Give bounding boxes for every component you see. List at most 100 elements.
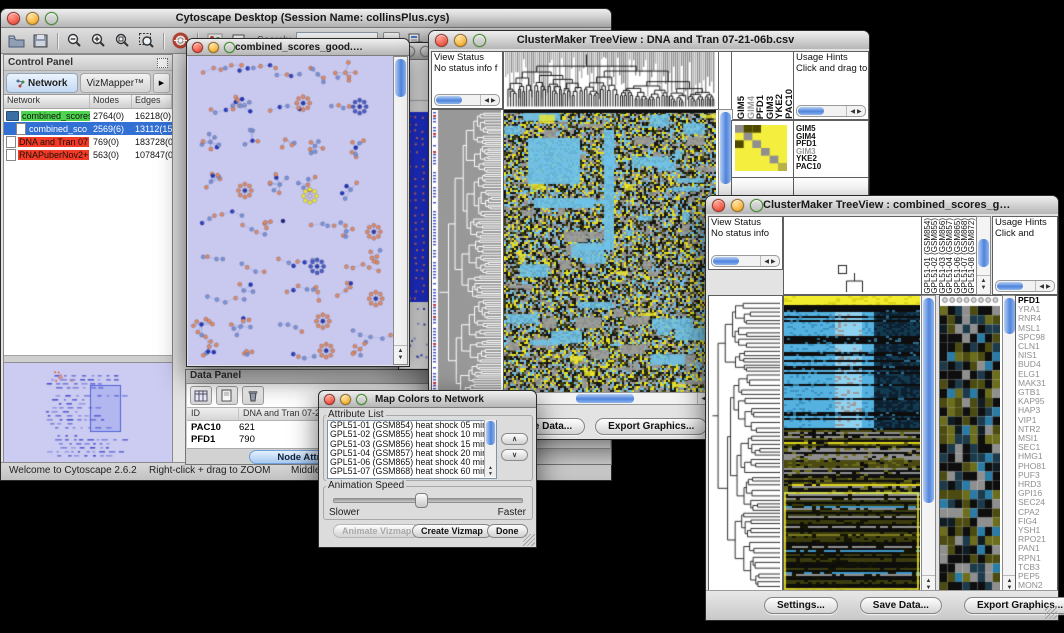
- status-welcome: Welcome to Cytoscape 2.6.2: [9, 465, 137, 476]
- resize-grip[interactable]: [523, 534, 535, 546]
- attribute-list-vscrollbar[interactable]: ▲▼: [484, 420, 496, 477]
- move-up-button[interactable]: ∧: [501, 433, 528, 445]
- close-button[interactable]: [712, 199, 725, 212]
- column-dendrogram-panel[interactable]: [503, 51, 719, 111]
- heatmap-canvas[interactable]: [504, 110, 716, 402]
- usage-hints-hscrollbar[interactable]: ◀▶: [796, 105, 866, 117]
- close-button[interactable]: [7, 12, 20, 25]
- zoom-fit-icon[interactable]: [137, 31, 156, 50]
- slider-thumb[interactable]: [415, 493, 428, 508]
- close-button[interactable]: [435, 34, 448, 47]
- birdseye-view[interactable]: [4, 362, 172, 463]
- heatmap-panel[interactable]: [783, 295, 923, 595]
- network-row-icon: [6, 149, 16, 161]
- view-status-hscrollbar[interactable]: ◀▶: [711, 255, 780, 267]
- usage-hints-title: Usage Hints: [993, 217, 1057, 228]
- zoom-window-button[interactable]: [224, 42, 235, 53]
- close-button[interactable]: [324, 394, 335, 405]
- close-button[interactable]: [192, 42, 203, 53]
- treeview2-titlebar[interactable]: ClusterMaker TreeView : combined_scores_…: [706, 196, 1058, 215]
- desktop: Cytoscape Desktop (Session Name: collins…: [0, 0, 1064, 633]
- tab-network[interactable]: Network: [6, 73, 78, 93]
- minimize-button[interactable]: [208, 42, 219, 53]
- treeview1-titlebar[interactable]: ClusterMaker TreeView : DNA and Tran 07-…: [429, 31, 869, 50]
- zoom-out-icon[interactable]: [65, 31, 84, 50]
- mini-heatmap-canvas[interactable]: [735, 125, 787, 171]
- resize-grip[interactable]: [1045, 607, 1057, 619]
- status-zoom-hint: Right-click + drag to ZOOM: [149, 465, 270, 476]
- row-dendrogram-panel[interactable]: [708, 295, 783, 595]
- delete-attribute-icon[interactable]: [242, 386, 264, 405]
- treeview1-button[interactable]: Export Graphics...: [595, 418, 707, 435]
- attribute-list-label: Attribute List: [326, 409, 386, 420]
- view-status-panel: View Status No status info f ◀▶: [431, 51, 503, 109]
- network-tree-row[interactable]: combined_scores 2764(0) 16218(0): [4, 109, 172, 122]
- move-down-button[interactable]: ∨: [501, 449, 528, 461]
- column-dendrogram-canvas[interactable]: [784, 217, 920, 292]
- birdseye-canvas[interactable]: [4, 363, 170, 462]
- float-panel-icon[interactable]: [157, 58, 168, 68]
- column-dendrogram-panel[interactable]: [783, 216, 923, 295]
- usage-hints-title: Usage Hints: [794, 52, 868, 63]
- network-name: combined_sco: [28, 124, 88, 134]
- open-icon[interactable]: [7, 31, 26, 50]
- treeview2-button[interactable]: Settings...: [764, 597, 838, 614]
- minimize-button[interactable]: [26, 12, 39, 25]
- row-dendrogram-canvas[interactable]: [709, 296, 780, 592]
- view-status-panel: View Status No status info ◀▶: [708, 216, 783, 270]
- network-tree-row[interactable]: RNAPuberNov2+ 563(0) 107847(0): [4, 148, 172, 161]
- treeview1-title: ClusterMaker TreeView : DNA and Tran 07-…: [486, 34, 869, 46]
- network-tree-row[interactable]: DNA and Tran 07 769(0) 183728(0): [4, 135, 172, 148]
- heatmap-canvas[interactable]: [784, 296, 920, 592]
- treeview2-button[interactable]: Save Data...: [860, 597, 942, 614]
- main-titlebar[interactable]: Cytoscape Desktop (Session Name: collins…: [1, 9, 611, 28]
- attribute-list-item[interactable]: GPL51-07 (GSM868) heat shock 60 min: [328, 467, 496, 476]
- animation-speed-label: Animation Speed: [326, 480, 406, 491]
- view-status-text: No status info f: [432, 63, 502, 74]
- node-count: 563(0): [90, 150, 132, 160]
- save-icon[interactable]: [31, 31, 50, 50]
- zoom-selected-icon[interactable]: [113, 31, 132, 50]
- column-dendrogram-canvas[interactable]: [504, 52, 716, 108]
- zoom-window-button[interactable]: [750, 199, 763, 212]
- network-view-titlebar[interactable]: combined_scores_good.txt--cluste...: [187, 39, 409, 56]
- heatmap-vscrollbar[interactable]: ▲▼: [921, 295, 936, 595]
- tab-vizmapper[interactable]: VizMapper™: [80, 73, 152, 93]
- new-attribute-icon[interactable]: [216, 386, 238, 405]
- row-dendrogram-canvas[interactable]: [432, 110, 501, 402]
- tab-more-button[interactable]: ▶: [153, 73, 170, 93]
- minimize-button[interactable]: [454, 34, 467, 47]
- zoom-window-button[interactable]: [473, 34, 486, 47]
- zoom-heatmap-canvas[interactable]: [940, 296, 1000, 592]
- attribute-select-icon[interactable]: [190, 386, 212, 405]
- heatmap-panel[interactable]: [503, 109, 719, 405]
- done-button[interactable]: Done: [487, 524, 528, 538]
- network-tree-row[interactable]: combined_sco 2569(6) 13112(15): [4, 122, 172, 135]
- slower-label: Slower: [329, 507, 360, 518]
- view-status-hscrollbar[interactable]: ◀▶: [434, 94, 500, 106]
- mini-heatmap-panel[interactable]: [731, 120, 794, 178]
- zoom-window-button[interactable]: [356, 394, 367, 405]
- network-row-icon: [16, 123, 26, 135]
- minimize-button[interactable]: [340, 394, 351, 405]
- dialog-titlebar[interactable]: Map Colors to Network: [319, 391, 536, 408]
- map-colors-dialog: Map Colors to Network Attribute List GPL…: [318, 390, 537, 548]
- zoom-heatmap-panel[interactable]: [939, 295, 1003, 595]
- network-name: RNAPuberNov2+: [18, 150, 89, 160]
- minimize-button[interactable]: [731, 199, 744, 212]
- usage-hints-hscrollbar[interactable]: ◀▶: [995, 280, 1055, 292]
- network-table-header: Network Nodes Edges: [4, 95, 172, 109]
- network-name: combined_scores: [21, 111, 90, 121]
- animate-vizmap-button[interactable]: Animate Vizmap: [333, 524, 420, 538]
- zoom-window-button[interactable]: [45, 12, 58, 25]
- network-vscrollbar[interactable]: ▲▼: [393, 56, 408, 365]
- zoom-in-icon[interactable]: [89, 31, 108, 50]
- column-labels-vscrollbar[interactable]: ▲▼: [976, 216, 991, 295]
- animation-speed-slider[interactable]: [333, 498, 523, 503]
- network-canvas[interactable]: [188, 56, 396, 365]
- create-vizmap-button[interactable]: Create Vizmap: [412, 524, 492, 538]
- panel-splitter[interactable]: [4, 355, 172, 362]
- column-label[interactable]: GPL51-08 (GSM872): [968, 218, 975, 294]
- dialog-title: Map Colors to Network: [367, 394, 536, 405]
- row-dendrogram-panel[interactable]: [431, 109, 504, 405]
